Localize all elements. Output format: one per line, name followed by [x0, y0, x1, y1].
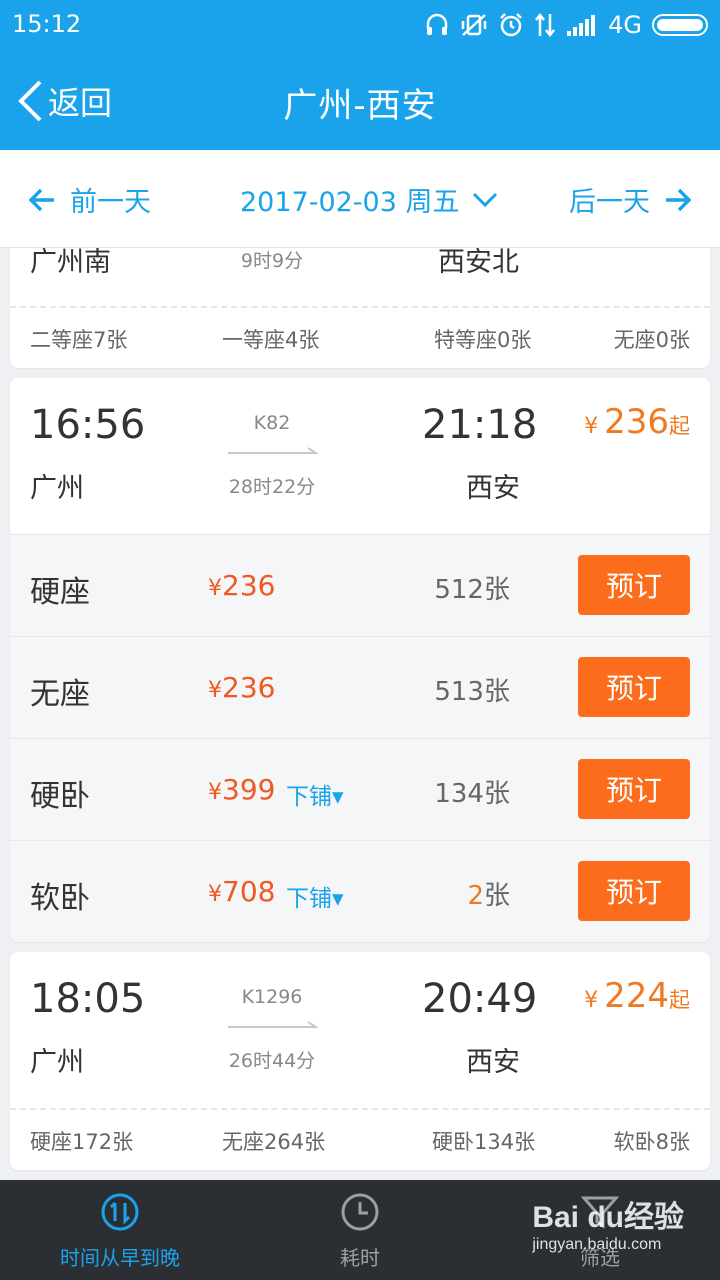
ticket-count: 134张	[434, 779, 510, 809]
seat-summary: 二等座7张 一等座4张 特等座0张 无座0张	[10, 306, 710, 366]
seat-price: ¥236	[208, 671, 276, 704]
date-picker[interactable]: 2017-02-03 周五	[240, 180, 498, 219]
currency-symbol: ¥	[584, 414, 599, 439]
train-card-k82[interactable]: 16:56 广州 K82 28时22分 21:18 西安 ¥ 236 起 硬座 …	[10, 378, 710, 942]
ticket-count: 513张	[434, 677, 510, 707]
prev-day-label: 前一天	[70, 187, 151, 218]
seat-summary-item: 软卧8张	[613, 1130, 690, 1154]
seat-row: 硬卧 ¥399 下铺▾ 134张 预订	[10, 738, 710, 840]
price-value: 236	[604, 402, 669, 442]
seat-price: ¥708	[208, 875, 276, 908]
train-number: K82	[253, 412, 291, 434]
nav-header: 返回 广州-西安	[0, 50, 720, 150]
ticket-count: 512张	[434, 575, 510, 605]
trip-summary[interactable]: 16:56 广州 K82 28时22分 21:18 西安 ¥ 236 起	[10, 378, 710, 534]
seat-summary-item: 一等座4张	[222, 328, 320, 352]
vibrate-off-icon	[461, 14, 487, 36]
status-icons: 4G	[424, 10, 708, 40]
duration: 28时22分	[228, 476, 316, 498]
dep-station: 广州	[30, 473, 84, 504]
berth-dropdown[interactable]: 下铺▾	[286, 777, 344, 811]
seat-summary-item: 硬卧134张	[432, 1130, 536, 1154]
seat-summary-item: 无座0张	[613, 328, 690, 352]
book-button[interactable]: 预订	[578, 555, 690, 615]
arrow-right-icon	[666, 188, 692, 211]
seat-type: 硬卧	[30, 779, 90, 814]
long-arrow-icon	[228, 447, 318, 454]
currency-symbol: ¥	[584, 988, 599, 1013]
seat-type: 无座	[30, 677, 90, 712]
seat-summary-item: 特等座0张	[434, 328, 532, 352]
next-day-button[interactable]: 后一天	[569, 180, 692, 219]
seat-summary-item: 硬座172张	[30, 1130, 134, 1154]
watermark-url: jingyan.baidu.com	[532, 1236, 662, 1253]
dep-time: 16:56	[30, 402, 146, 448]
date-bar: 前一天 2017-02-03 周五 后一天	[0, 150, 720, 248]
headphones-icon	[426, 13, 448, 35]
prev-day-button[interactable]: 前一天	[28, 180, 151, 219]
sort-icon	[101, 1193, 139, 1231]
ticket-count: 2张	[467, 881, 510, 911]
price-suffix: 起	[669, 988, 690, 1012]
lowest-price: ¥ 236 起	[584, 402, 690, 442]
duration: 9时9分	[240, 250, 304, 272]
seat-type: 硬座	[30, 575, 90, 610]
status-bar: 15:12 4G	[0, 0, 720, 50]
book-button[interactable]: 预订	[578, 657, 690, 717]
berth-dropdown[interactable]: 下铺▾	[286, 879, 344, 913]
train-card-k1296[interactable]: 18:05 广州 K1296 26时44分 20:49 西安 ¥ 224 起 硬…	[10, 952, 710, 1170]
data-transfer-icon	[535, 12, 556, 38]
arr-station: 西安	[466, 473, 520, 504]
seat-summary-item: 无座264张	[222, 1130, 326, 1154]
seat-summary-item: 二等座7张	[30, 328, 128, 352]
arrow-left-icon	[28, 188, 54, 211]
network-type: 4G	[608, 11, 642, 39]
watermark-brand: Bai du经验	[532, 1201, 684, 1234]
price-value: 224	[604, 976, 669, 1016]
seat-price: ¥236	[208, 569, 276, 602]
alarm-icon	[500, 13, 523, 37]
tab-duration[interactable]: 耗时	[240, 1180, 480, 1280]
seat-type: 软卧	[30, 881, 90, 916]
dep-time: 18:05	[30, 976, 146, 1022]
tab-sort-by-time[interactable]: 时间从早到晚	[0, 1180, 240, 1280]
current-date: 2017-02-03 周五	[240, 187, 460, 218]
app-header: 15:12 4G 返回 广州-西安	[0, 0, 720, 150]
status-time: 15:12	[12, 10, 82, 38]
page-title: 广州-西安	[283, 86, 437, 126]
seat-price: ¥399	[208, 773, 276, 806]
lowest-price: ¥ 224 起	[584, 976, 690, 1016]
chevron-down-icon	[472, 192, 497, 207]
seat-summary: 硬座172张 无座264张 硬卧134张 软卧8张	[10, 1108, 710, 1168]
signal-icon	[567, 15, 596, 36]
trip-summary[interactable]: 18:05 广州 K1296 26时44分 20:49 西安 ¥ 224 起	[10, 952, 710, 1108]
arr-station: 西安	[466, 1047, 520, 1078]
long-arrow-icon	[228, 1021, 318, 1028]
seat-row: 无座 ¥236 513张 预订	[10, 636, 710, 738]
price-suffix: 起	[669, 414, 690, 438]
battery-icon	[652, 14, 708, 36]
next-day-label: 后一天	[569, 187, 650, 218]
arr-time: 20:49	[422, 976, 538, 1022]
train-number: K1296	[241, 986, 303, 1008]
book-button[interactable]: 预订	[578, 861, 690, 921]
tab-label: 时间从早到晚	[60, 1246, 180, 1270]
arr-time: 21:18	[422, 402, 538, 448]
dep-station: 广州	[30, 1047, 84, 1078]
seat-row: 软卧 ¥708 下铺▾ 2张 预订	[10, 840, 710, 942]
clock-icon	[341, 1193, 379, 1231]
tab-label: 耗时	[340, 1246, 380, 1270]
book-button[interactable]: 预订	[578, 759, 690, 819]
baidu-watermark: Bai du经验 jingyan.baidu.com	[532, 1192, 684, 1254]
seat-row: 硬座 ¥236 512张 预订	[10, 534, 710, 636]
duration: 26时44分	[228, 1050, 316, 1072]
